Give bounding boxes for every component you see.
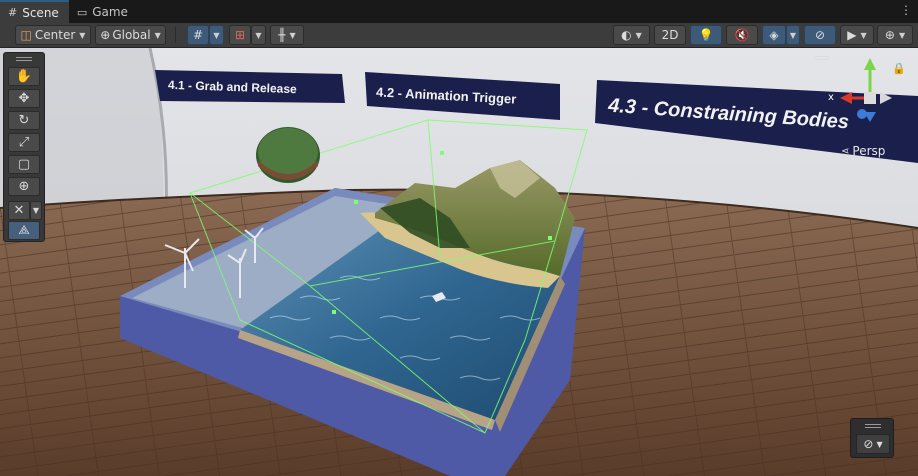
chevron-down-icon: ▼ (32, 206, 40, 215)
tools-palette: ✋ ✥ ↻ ⤢ ▢ ⊕ ✕ ▼ ⟁ (3, 52, 45, 242)
chevron-down-icon: ▼ (289, 30, 296, 40)
orientation-overlay-icon: ⊘ (863, 437, 874, 451)
chevron-down-icon: ▼ (255, 30, 262, 40)
effects-icon: ◈ (769, 28, 779, 42)
tab-game-label: Game (92, 5, 128, 19)
chevron-down-icon: ▼ (876, 439, 883, 449)
rect-tool-icon: ▢ (17, 157, 31, 172)
effects-dropdown[interactable]: ▼ (786, 25, 800, 45)
projection-toggle[interactable]: ⋖ Persp (841, 144, 885, 158)
chevron-down-icon: ▼ (789, 30, 797, 40)
scene-visibility-button[interactable]: ⊘ (804, 25, 836, 45)
pivot-center-icon: ◫ (20, 28, 32, 42)
scale-tool-button[interactable]: ⤢ (8, 133, 40, 152)
draw-mode-icon: ◐ (621, 28, 632, 42)
tab-game[interactable]: ▭ Game (69, 1, 138, 23)
gizmos-dropdown[interactable]: ⊕ ▼ (877, 25, 913, 45)
audio-toggle-button[interactable]: 🔇 (726, 25, 758, 45)
ruler-snap-dropdown[interactable]: ╫ ▼ (270, 25, 304, 45)
chevron-down-icon: ▼ (635, 30, 642, 40)
toolbar-divider (175, 27, 176, 43)
lighting-icon: 💡 (698, 28, 714, 42)
rotate-tool-icon: ↻ (18, 113, 30, 128)
tab-scene-label: Scene (22, 5, 59, 20)
chevron-down-icon: ▼ (154, 30, 161, 40)
hand-tool-icon: ✋ (15, 69, 33, 84)
scale-tool-icon: ⤢ (18, 135, 30, 150)
hand-tool-button[interactable]: ✋ (8, 67, 40, 86)
projection-label: Persp (852, 144, 886, 158)
chevron-down-icon: ▼ (898, 30, 906, 40)
gizmos-icon: ⊕ (884, 28, 895, 42)
increment-snap-button[interactable]: ⊞ (229, 25, 251, 45)
grid-snap-button[interactable]: # (187, 25, 209, 45)
lighting-toggle-button[interactable]: 💡 (690, 25, 722, 45)
chevron-down-icon: ▼ (213, 30, 220, 40)
scene-viewport[interactable]: 4.1 - Grab and Release 4.2 - Animation T… (0, 48, 918, 476)
globe-icon: ⊕ (100, 28, 111, 42)
grid-snap-dropdown[interactable]: ▼ (209, 25, 224, 45)
chevron-down-icon: ▼ (79, 30, 86, 40)
tab-bar: # Scene ▭ Game ⋮ (0, 0, 918, 23)
perspective-icon: ⋖ (841, 145, 850, 157)
custom-tool-button[interactable]: ✕ (8, 201, 30, 220)
pivot-rotation-label: Global (112, 28, 151, 42)
orientation-overlay-panel: ⊘ ▼ (850, 418, 894, 458)
scene-toolbar: ◫ Center ▼ ⊕ Global ▼ # ▼ ⊞ ▼ ╫ ▼ ◐ ▼ 2D… (0, 23, 918, 48)
rotate-tool-button[interactable]: ↻ (8, 111, 40, 130)
tab-scene[interactable]: # Scene (0, 0, 69, 23)
custom-tool-icon: ✕ (13, 203, 25, 218)
transform-tool-button[interactable]: ⊕ (8, 177, 40, 196)
move-tool-icon: ✥ (18, 91, 30, 106)
camera-dropdown[interactable]: ▶ ▼ (840, 25, 874, 45)
gizmo-x-label: x (828, 92, 834, 103)
move-tool-button[interactable]: ✥ (8, 89, 40, 108)
gamepad-icon: ▭ (76, 5, 88, 19)
increment-snap-dropdown[interactable]: ▼ (251, 25, 266, 45)
probuilder-tool-button[interactable]: ⟁ (8, 221, 40, 240)
lock-icon[interactable]: 🔒 (892, 62, 906, 75)
pivot-mode-dropdown[interactable]: ◫ Center ▼ (15, 25, 91, 45)
increment-snap-icon: ⊞ (234, 28, 246, 42)
chevron-down-icon: ▼ (860, 30, 867, 40)
scene-grid-icon: # (8, 6, 18, 19)
grid-snap-icon: # (192, 28, 204, 42)
rect-tool-button[interactable]: ▢ (8, 155, 40, 174)
orientation-overlay-button[interactable]: ⊘ ▼ (856, 434, 890, 454)
kebab-menu-icon[interactable]: ⋮ (900, 4, 912, 16)
effects-toggle-button[interactable]: ◈ (762, 25, 786, 45)
audio-mute-icon: 🔇 (734, 28, 750, 42)
custom-tool-dropdown[interactable]: ▼ (30, 201, 42, 220)
scene-visibility-icon: ⊘ (814, 28, 826, 42)
palette-grip[interactable] (16, 57, 32, 61)
pivot-rotation-dropdown[interactable]: ⊕ Global ▼ (95, 25, 166, 45)
2d-toggle-button[interactable]: 2D (654, 25, 686, 45)
draw-mode-dropdown[interactable]: ◐ ▼ (613, 25, 650, 45)
probuilder-tool-icon: ⟁ (18, 223, 30, 238)
ruler-snap-icon: ╫ (278, 28, 286, 42)
overlay-grip[interactable] (865, 424, 881, 428)
camera-icon: ▶ (847, 28, 857, 42)
2d-label: 2D (661, 28, 679, 42)
pivot-mode-label: Center (34, 28, 76, 42)
transform-tool-icon: ⊕ (18, 179, 30, 194)
